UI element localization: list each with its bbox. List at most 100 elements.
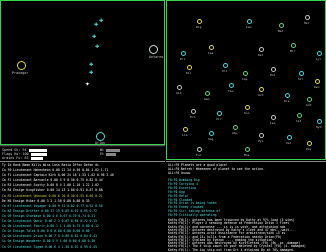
galactic-planet-icon[interactable]	[259, 133, 264, 138]
galactic-planet-icon[interactable]	[259, 87, 264, 92]
galactic-planet-icon[interactable]	[271, 115, 276, 120]
galactic-planet-icon[interactable]	[245, 147, 250, 152]
planet-label-praxagor: Praxagor	[12, 71, 29, 75]
galactic-planet-icon[interactable]	[287, 135, 292, 140]
player-row[interactable]: Ca K8 Ensign Drifter 0.00 17 19 0.89 0.9…	[2, 209, 97, 213]
player-row[interactable]: Ca Ob Lieutenant Fenrir 0.00 1 1 1.00 0.…	[2, 224, 99, 228]
galactic-planet-label: Cap	[242, 77, 248, 81]
galactic-planet-icon[interactable]	[209, 45, 214, 50]
galactic-planet-icon[interactable]	[229, 83, 234, 88]
status-gauge-labels-2: Et	[100, 152, 117, 156]
galactic-planet-label: Pyx	[258, 139, 264, 143]
galactic-planet-icon[interactable]	[187, 65, 192, 70]
ship-icon[interactable]: ✚	[89, 69, 93, 76]
ship-icon[interactable]: ✚	[95, 43, 99, 50]
player-row[interactable]: Ca Od Lieutenant Orion 0.00 7 8 0.88 0.8…	[2, 234, 97, 238]
galactic-planet-icon[interactable]	[223, 63, 228, 68]
galactic-planet-label: Den	[314, 85, 320, 89]
galactic-planet-label: Tuc	[196, 153, 202, 157]
galactic-planet-icon[interactable]	[181, 51, 186, 56]
player-row[interactable]: De K6 Ensign Hiker 0.00 3 2 1.50 0.80 0.…	[2, 199, 90, 203]
player-list[interactable]: Ty Id Rank Name Kills Wins Loss Ratio Of…	[0, 161, 165, 251]
galactic-planet-icon[interactable]	[307, 97, 312, 102]
galactic-planet-icon[interactable]	[291, 43, 296, 48]
galactic-map[interactable]: Rig Can Bet Her Eri Cas Kel Mir Lyr Kli Ori Cap Pol S…	[166, 0, 326, 160]
ship-icon[interactable]: ✚	[89, 61, 93, 68]
galactic-planet-label: Pro	[190, 115, 196, 119]
planet-antares-icon[interactable]	[149, 45, 158, 54]
galactic-planet-icon[interactable]	[297, 113, 302, 118]
galactic-planet-icon[interactable]	[209, 131, 214, 136]
galactic-planet-icon[interactable]	[197, 19, 202, 24]
player-row[interactable]: Ca K7 Lieutenant Voyager 0.00 9 11 0.82 …	[2, 204, 103, 208]
player-row[interactable]: Ca F1 Lieutenant Captain Kirk 0.00 24 18…	[2, 173, 114, 177]
galactic-planet-icon[interactable]	[245, 105, 250, 110]
galactic-planet-icon[interactable]	[317, 51, 322, 56]
player-list-header: Ty Id Rank Name Kills Wins Loss Ratio Of…	[2, 163, 99, 167]
galactic-planet-icon[interactable]	[285, 93, 290, 98]
player-row[interactable]: Ca R5 Lieutenant Unknown 0.00 6 20 0.30 …	[2, 194, 103, 198]
galactic-planet-label: Can	[246, 25, 252, 29]
galactic-planet-label: Lib	[182, 133, 188, 137]
galactic-planet-label: Ant	[306, 103, 312, 107]
galactic-planet-label: Pav	[306, 147, 312, 151]
galactic-planet-icon[interactable]	[233, 125, 238, 130]
ship-icon[interactable]: ✚	[94, 21, 98, 28]
message-panel: ALL:F0 Planets are a good place! ALL:F0 N…	[166, 161, 326, 252]
ship-icon[interactable]: ✚	[92, 33, 96, 40]
galactic-planet-label: Cet	[296, 119, 302, 123]
player-row[interactable]: Ca R4 Ensign Kingfisher 0.00 14 13 1.08 …	[2, 188, 103, 192]
player-row[interactable]: Ca Of Lieutenant Sigma 0.00 6 4 1.50 0.9…	[2, 245, 97, 249]
ship-icon[interactable]: ✚	[99, 17, 103, 24]
tactical-view[interactable]: Praxagor Antares Orion ✚ ✚ ✚ ✚ ✚ ✚ ✦	[0, 0, 165, 145]
galactic-planet-icon[interactable]	[299, 71, 304, 76]
etemp-bar	[106, 152, 117, 156]
galactic-planet-label: Vir	[216, 117, 222, 121]
galactic-planet-label: Eri	[180, 57, 186, 61]
galactic-planet-icon[interactable]	[217, 111, 222, 116]
galactic-planet-label: Rig	[196, 25, 202, 29]
galactic-planet-icon[interactable]	[191, 109, 196, 114]
player-row[interactable]: Ca F0 Lieutenant Hohenheim 0.00 12 24 0.…	[2, 168, 108, 172]
planet-orion-icon[interactable]	[96, 132, 105, 141]
player-row[interactable]: Ca O9 Ensign Starbase 0.00 4 6 0.67 0.70…	[2, 214, 95, 218]
message-line: F0:F0 Critically operating	[168, 213, 217, 218]
galactic-planet-label: Ori	[222, 69, 228, 73]
galactic-planet-icon[interactable]	[205, 91, 210, 96]
galactic-planet-icon[interactable]	[271, 67, 276, 72]
galactic-planet-icon[interactable]	[307, 141, 312, 146]
galactic-planet-icon[interactable]	[247, 19, 252, 24]
galactic-planet-icon[interactable]	[317, 119, 322, 124]
galactic-planet-icon[interactable]	[259, 47, 264, 52]
player-row[interactable]: Ca Oc Ensign Talos 0.00 0 0 0.00 0.00 0.…	[2, 229, 90, 233]
fuel-bar	[30, 156, 43, 160]
message-line: ALL:F0 Uuuuu	[168, 171, 191, 175]
galactic-planet-label: Cas	[208, 51, 214, 55]
player-ship-icon[interactable]: ✦	[85, 79, 90, 88]
galactic-planet-icon[interactable]	[197, 147, 202, 152]
galactic-planet-label: Vel	[286, 141, 292, 145]
galactic-planet-icon[interactable]	[305, 15, 310, 20]
player-row[interactable]: Sc Oe Ensign Wanderer 0.00 5 5 1.00 0.80…	[2, 239, 95, 243]
galactic-planet-label: Lyr	[316, 57, 322, 61]
galactic-planet-label: Leo	[270, 121, 276, 125]
galactic-planet-label: Mus	[244, 153, 250, 157]
galactic-planet-label: Ald	[176, 91, 182, 95]
galactic-planet-icon[interactable]	[315, 79, 320, 84]
galactic-planet-label: Hyd	[316, 125, 322, 129]
galactic-planet-icon[interactable]	[177, 85, 182, 90]
player-row[interactable]: Ca F2 Lieutenant Barnacle 0.00 5 9 0.56 …	[2, 178, 103, 182]
player-row[interactable]: Ca Oa Lieutenant Ophir 0.00 2 3 0.67 0.6…	[2, 219, 97, 223]
galactic-planet-icon[interactable]	[183, 127, 188, 132]
galactic-planet-label: Kli	[186, 71, 192, 75]
planet-label-antares: Antares	[149, 55, 164, 59]
player-row[interactable]: Ca R3 Lieutenant Scotty 0.00 8 4 2.00 1.…	[2, 183, 99, 187]
planet-praxagor-icon[interactable]	[17, 61, 26, 70]
galactic-planet-icon[interactable]	[279, 23, 284, 28]
status-row-armies: Armies Fu: 63	[2, 156, 43, 160]
label-et: Et	[100, 152, 105, 156]
galactic-planet-label: Mir	[290, 49, 296, 53]
status-armies-text: Armies Fu: 63	[2, 156, 31, 160]
galactic-planet-label: Sir	[298, 77, 304, 81]
galactic-planet-icon[interactable]	[243, 71, 248, 76]
